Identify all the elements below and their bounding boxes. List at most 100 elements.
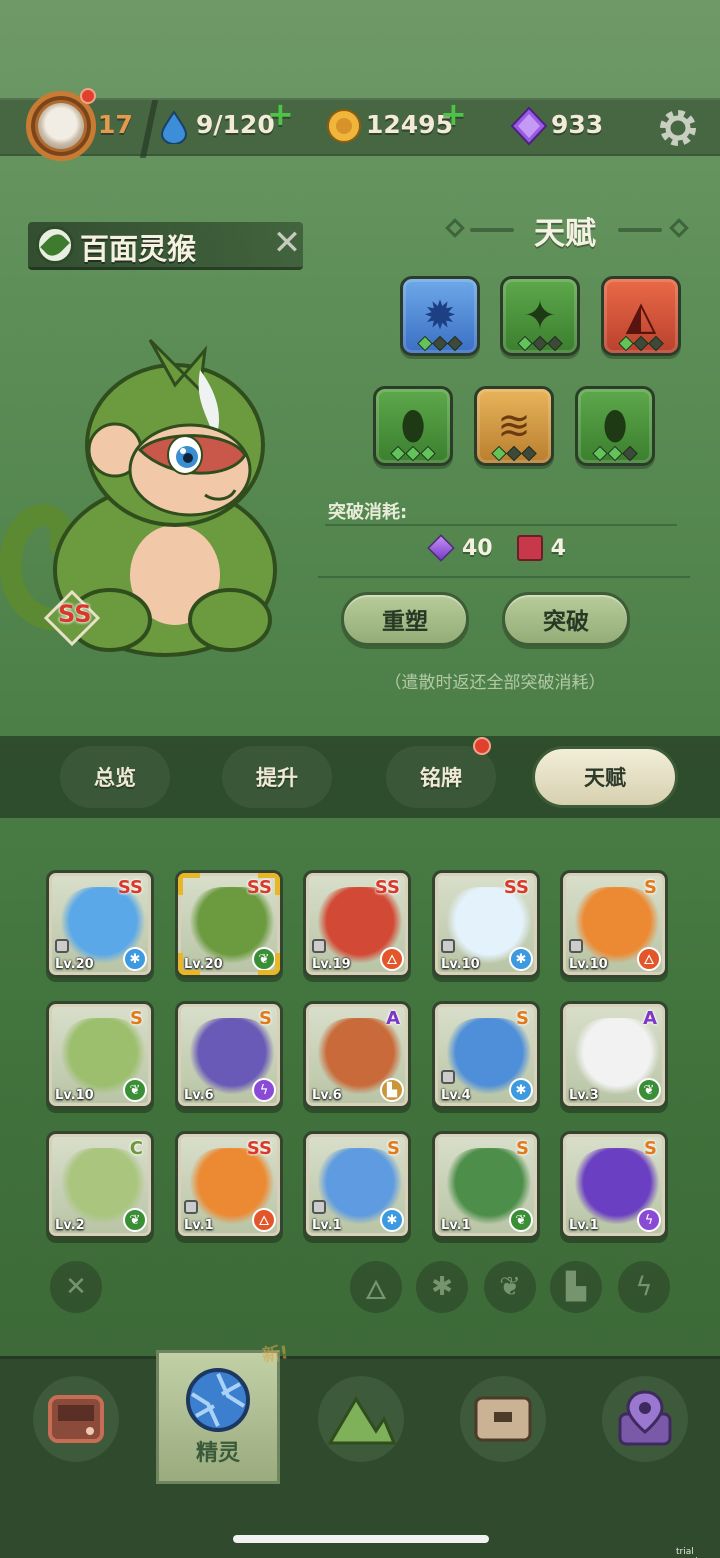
creature-card[interactable]: S Lv.1 ϟ: [560, 1131, 668, 1239]
home-indicator[interactable]: [233, 1535, 489, 1543]
blue-gear-icon: ✹: [423, 293, 457, 339]
card-rank: S: [516, 1138, 529, 1159]
card-level: Lv.10: [55, 1088, 94, 1103]
creature-card[interactable]: SS Lv.20 ❦: [175, 870, 283, 978]
green-drop-icon: ⬮: [400, 403, 426, 449]
creature-card[interactable]: S Lv.1 ❦: [432, 1131, 540, 1239]
lock-icon: [441, 1070, 455, 1084]
creature-card[interactable]: SS Lv.10 ✱: [432, 870, 540, 978]
creature-rank-badge: SS: [58, 600, 92, 628]
ice-element-icon: ✱: [380, 1208, 404, 1232]
breakthrough-cost-label: 突破消耗:: [328, 502, 408, 523]
cost-row: 40 4: [427, 534, 566, 562]
nav-location-button[interactable]: [602, 1376, 688, 1462]
card-rank: A: [386, 1008, 400, 1029]
ice-element-icon: ✱: [509, 947, 533, 971]
card-level: Lv.10: [569, 957, 608, 972]
nav-map-button[interactable]: [318, 1376, 404, 1462]
talent-slot-5[interactable]: ≋: [474, 386, 554, 466]
card-rank: S: [130, 1008, 143, 1029]
bolt-filter-icon[interactable]: ϟ: [618, 1261, 670, 1313]
card-rank: S: [259, 1008, 272, 1029]
creature-card[interactable]: SS Lv.1 🜂: [175, 1131, 283, 1239]
tab-nameplate[interactable]: 铭牌: [386, 746, 496, 808]
leaf-element-icon: ❦: [123, 1078, 147, 1102]
card-rank: S: [387, 1138, 400, 1159]
leaf-element-icon: ❦: [123, 1208, 147, 1232]
trial-version-watermark: trial version: [676, 1547, 709, 1558]
creature-card[interactable]: A Lv.6 ▙: [303, 1001, 411, 1109]
nav-device-button[interactable]: [33, 1376, 119, 1462]
avatar-face-icon: [38, 103, 84, 149]
title-ornament-right: [618, 228, 662, 232]
bolt-element-icon: ϟ: [637, 1208, 661, 1232]
nav-inventory-button[interactable]: [460, 1376, 546, 1462]
bolt-element-icon: ϟ: [252, 1078, 276, 1102]
selection-corner: [258, 873, 280, 895]
tab-notification-dot: [473, 737, 491, 755]
card-rank: C: [129, 1138, 143, 1159]
chest-icon: [474, 1396, 532, 1442]
tab-talent[interactable]: 天赋: [532, 746, 678, 808]
creature-card[interactable]: S Lv.1 ✱: [303, 1131, 411, 1239]
rock-element-icon: ▙: [380, 1078, 404, 1102]
leaf-element-icon: ❦: [637, 1078, 661, 1102]
leaf-element-icon: ❦: [509, 1208, 533, 1232]
creature-card[interactable]: A Lv.3 ❦: [560, 1001, 668, 1109]
breakthrough-button[interactable]: 突破: [502, 592, 630, 646]
creature-card[interactable]: S Lv.6 ϟ: [175, 1001, 283, 1109]
selection-corner: [178, 873, 200, 895]
card-rank: SS: [117, 877, 143, 898]
lock-icon: [312, 939, 326, 953]
card-level: Lv.6: [184, 1088, 214, 1103]
creature-card[interactable]: S Lv.10 ❦: [46, 1001, 154, 1109]
title-ornament-diamond-right: [669, 218, 689, 238]
add-energy-button[interactable]: +: [267, 98, 294, 130]
card-rank: S: [516, 1008, 529, 1029]
card-level: Lv.10: [441, 957, 480, 972]
coin-icon: [327, 109, 361, 143]
tab-upgrade[interactable]: 提升: [222, 746, 332, 808]
leaf-filter-icon[interactable]: ❦: [484, 1261, 536, 1313]
creature-card[interactable]: S Lv.4 ✱: [432, 1001, 540, 1109]
creature-card[interactable]: SS Lv.19 🜂: [303, 870, 411, 978]
talent-slot-1[interactable]: ✹: [400, 276, 480, 356]
talent-slot-4[interactable]: ⬮: [373, 386, 453, 466]
refund-note: （遣散时返还全部突破消耗）: [384, 673, 606, 693]
location-pin-icon: [618, 1390, 672, 1446]
lock-icon: [441, 939, 455, 953]
card-rank: S: [644, 1138, 657, 1159]
ice-element-icon: ✱: [123, 947, 147, 971]
ice-filter-icon[interactable]: ✱: [416, 1261, 468, 1313]
talent-slot-3[interactable]: ◭: [601, 276, 681, 356]
add-coins-button[interactable]: +: [440, 98, 467, 130]
creature-card[interactable]: SS Lv.20 ✱: [46, 870, 154, 978]
tab-overview[interactable]: 总览: [60, 746, 170, 808]
monkey-creature-art: [0, 338, 277, 657]
leaf-element-icon: [36, 226, 74, 264]
settings-gear-icon[interactable]: [656, 106, 700, 150]
card-level: Lv.1: [569, 1218, 599, 1233]
talent-slot-6[interactable]: ⬮: [575, 386, 655, 466]
new-badge: 新!: [260, 1342, 290, 1367]
card-level: Lv.6: [312, 1088, 342, 1103]
card-level: Lv.3: [569, 1088, 599, 1103]
reshape-button[interactable]: 重塑: [341, 592, 469, 646]
mountain-icon: [327, 1396, 396, 1445]
talent-title: 天赋: [534, 216, 596, 252]
rock-filter-icon[interactable]: ▙: [550, 1261, 602, 1313]
talent-slot-2[interactable]: ✦: [500, 276, 580, 356]
purple-gem-icon: [427, 534, 455, 562]
card-level: Lv.4: [441, 1088, 471, 1103]
lock-icon: [569, 939, 583, 953]
fire-filter-icon[interactable]: 🜂: [350, 1261, 402, 1313]
creature-card[interactable]: C Lv.2 ❦: [46, 1131, 154, 1239]
aperture-sprite-icon: [186, 1368, 250, 1432]
creature-card[interactable]: S Lv.10 🜂: [560, 870, 668, 978]
release-close-icon[interactable]: ✕: [270, 226, 304, 260]
lock-icon: [312, 1200, 326, 1214]
red-book-icon: [516, 535, 543, 561]
clear-filter-close-icon[interactable]: ✕: [50, 1261, 102, 1313]
water-drop-icon: [160, 110, 188, 144]
selection-corner: [258, 953, 280, 975]
